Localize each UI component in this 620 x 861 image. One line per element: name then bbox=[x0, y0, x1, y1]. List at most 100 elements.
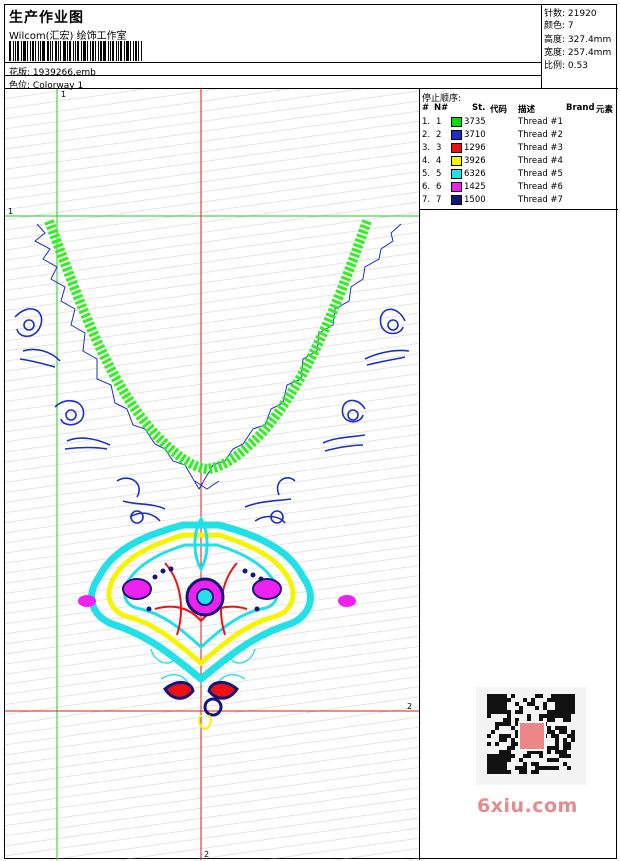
barcode-bar bbox=[55, 41, 57, 61]
neckline-green-satin bbox=[44, 219, 372, 475]
barcode-bar bbox=[81, 41, 82, 61]
swirl-curl bbox=[65, 409, 77, 421]
barcode-bar bbox=[35, 41, 36, 61]
barcode-bar bbox=[9, 41, 11, 61]
thread-code: 1425 bbox=[464, 182, 486, 192]
company-name: Wilcom(汇宏) 绘饰工作室 bbox=[9, 31, 127, 42]
barcode-bar bbox=[38, 41, 39, 61]
row-n: 6 bbox=[436, 182, 442, 192]
qr-module bbox=[503, 738, 507, 742]
barcode-bar bbox=[118, 41, 119, 61]
barcode-bar bbox=[112, 41, 114, 61]
swirl-right-bottom bbox=[244, 477, 296, 524]
swirl-curl bbox=[23, 319, 35, 331]
barcode-bar bbox=[32, 41, 34, 61]
stitch-count: 针数: 21920 bbox=[544, 6, 597, 19]
barcode-bar bbox=[95, 41, 96, 61]
production-sheet: 生产作业图 Wilcom(汇宏) 绘饰工作室 花版: 1939266.emb 色… bbox=[4, 4, 618, 860]
qr-module bbox=[535, 706, 539, 710]
barcode-bar bbox=[23, 41, 26, 61]
swirl-curl bbox=[387, 319, 399, 331]
thread-swatch bbox=[451, 182, 462, 192]
swirl-curl bbox=[130, 510, 144, 524]
neckline-outer-zigzag bbox=[34, 223, 402, 490]
thread-desc: Thread #5 bbox=[518, 169, 563, 179]
swirl-left-middle bbox=[54, 399, 111, 450]
dot bbox=[168, 566, 174, 572]
pattern-value: 1939266.emb bbox=[32, 68, 96, 78]
row-n: 2 bbox=[436, 130, 442, 140]
left-red-petal bbox=[163, 681, 195, 700]
divider bbox=[420, 209, 618, 210]
thread-desc: Thread #3 bbox=[518, 143, 563, 153]
barcode-bar bbox=[63, 41, 66, 61]
barcode-bar bbox=[83, 41, 86, 61]
barcode-bar bbox=[58, 41, 59, 61]
qr-module bbox=[567, 718, 571, 722]
thread-row: 1. 1 3735 Thread #1 bbox=[420, 117, 618, 129]
qr-module bbox=[511, 746, 515, 750]
left-pink-bud bbox=[78, 595, 96, 607]
barcode-bar bbox=[103, 41, 106, 61]
thread-desc: Thread #2 bbox=[518, 130, 563, 140]
barcode-bar bbox=[135, 41, 137, 61]
divider bbox=[5, 75, 541, 76]
barcode-bar bbox=[75, 41, 76, 61]
barcode-bar bbox=[87, 41, 88, 61]
qr-module bbox=[507, 758, 511, 762]
qr-module bbox=[555, 766, 559, 770]
row-number: 5. bbox=[422, 169, 431, 179]
dot bbox=[250, 572, 256, 578]
qr-module bbox=[567, 746, 571, 750]
thread-desc: Thread #6 bbox=[518, 182, 563, 192]
qr-module bbox=[511, 694, 515, 698]
barcode-bar bbox=[108, 41, 109, 61]
barcode-bar bbox=[98, 41, 99, 61]
qr-module bbox=[567, 754, 571, 758]
design-scale: 比例: 0.53 bbox=[544, 58, 588, 71]
qr-code bbox=[476, 687, 586, 785]
qr-module bbox=[539, 694, 543, 698]
barcode-bar bbox=[17, 41, 19, 61]
thread-row: 3. 3 1296 Thread #3 bbox=[420, 143, 618, 155]
row-n: 7 bbox=[436, 195, 442, 205]
barcode-bar bbox=[69, 41, 71, 61]
qr-module bbox=[507, 698, 511, 702]
right-pink-bud bbox=[338, 595, 356, 607]
design-width: 宽度: 257.4mm bbox=[544, 45, 611, 58]
dot bbox=[152, 574, 158, 580]
dot bbox=[242, 568, 248, 574]
barcode-bar bbox=[90, 41, 91, 61]
qr-module bbox=[555, 758, 559, 762]
barcode-bar bbox=[13, 41, 14, 61]
thread-desc: Thread #4 bbox=[518, 156, 563, 166]
design-canvas: 1 1 2 2 bbox=[5, 89, 420, 860]
barcode-bar bbox=[52, 41, 53, 61]
swirl-right-middle bbox=[322, 399, 366, 452]
row-number: 6. bbox=[422, 182, 431, 192]
swirl-curl bbox=[347, 409, 359, 421]
barcode-bar bbox=[15, 41, 16, 61]
color-count: 颜色: 7 bbox=[544, 18, 574, 31]
row-number: 3. bbox=[422, 143, 431, 153]
row-n: 5 bbox=[436, 169, 442, 179]
barcode-bar bbox=[92, 41, 94, 61]
right-red-petal bbox=[207, 681, 239, 700]
dot bbox=[160, 568, 166, 574]
qr-module bbox=[527, 754, 531, 758]
thread-code: 1296 bbox=[464, 143, 486, 153]
color-count-value: 7 bbox=[567, 21, 574, 31]
qr-module bbox=[495, 726, 499, 730]
row-number: 1. bbox=[422, 117, 431, 127]
guide-label-v1: 1 bbox=[61, 90, 66, 99]
guide-label-h1: 1 bbox=[8, 207, 13, 216]
row-number: 2. bbox=[422, 130, 431, 140]
thread-code: 6326 bbox=[464, 169, 486, 179]
barcode-bar bbox=[40, 41, 41, 61]
right-pink-leaf bbox=[252, 578, 282, 600]
qr-module bbox=[571, 710, 575, 714]
thread-row: 2. 2 3710 Thread #2 bbox=[420, 130, 618, 142]
qr-module bbox=[491, 730, 495, 734]
barcode-bar bbox=[60, 41, 61, 61]
col-desc: 描述 bbox=[518, 105, 536, 115]
